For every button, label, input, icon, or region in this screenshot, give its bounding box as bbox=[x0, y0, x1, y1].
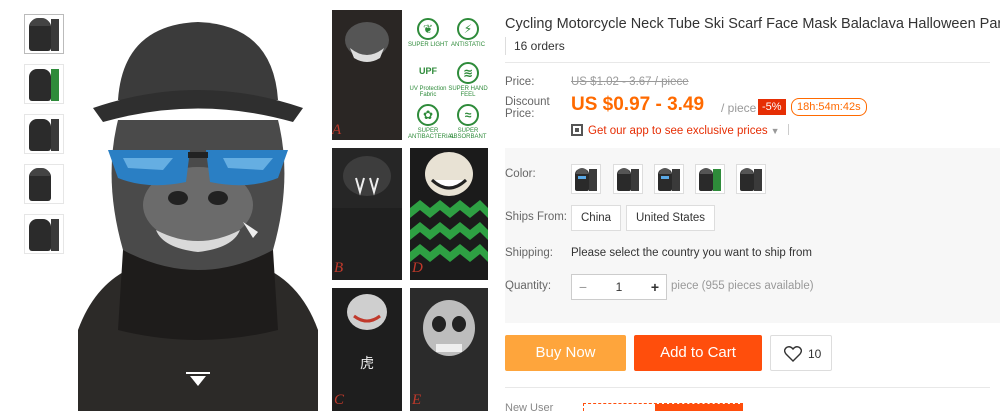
wheat-icon: ✿ bbox=[417, 104, 439, 126]
waves-icon: ≈ bbox=[457, 104, 479, 126]
cap-icon bbox=[700, 168, 712, 174]
strip-icon bbox=[51, 19, 59, 51]
heart-icon bbox=[784, 346, 802, 362]
strip-icon bbox=[672, 169, 680, 191]
order-count: 16 orders bbox=[514, 39, 565, 53]
upf-icon: UPF bbox=[419, 66, 437, 76]
strip-icon bbox=[51, 119, 59, 151]
color-swatch-5[interactable] bbox=[736, 164, 766, 194]
thumbnail-3[interactable] bbox=[24, 114, 64, 154]
options-section: Color: Ships From: China United States S… bbox=[505, 148, 1000, 323]
new-user-label: New User bbox=[505, 402, 554, 411]
leaf-icon: ❦ bbox=[417, 18, 439, 40]
discount-price: US $0.97 - 3.49 bbox=[571, 94, 705, 115]
promo-separator bbox=[787, 124, 789, 135]
product-title: Cycling Motorcycle Neck Tube Ski Scarf F… bbox=[505, 16, 1000, 32]
cap-icon bbox=[30, 18, 50, 26]
quantity-label: Quantity: bbox=[505, 280, 552, 292]
feature-antibacterial: ✿ SUPER ANTIBACTERIAL bbox=[408, 104, 455, 140]
glasses-icon bbox=[578, 176, 586, 179]
color-swatch-1[interactable] bbox=[571, 164, 601, 194]
variant-grid: A ❦ SUPER LIGHT ⚡ ANTISTATIC UPF UV Prot… bbox=[318, 0, 490, 411]
cap-icon bbox=[576, 168, 588, 174]
price-label: Price: bbox=[505, 76, 535, 88]
strip-icon bbox=[754, 169, 762, 191]
feature-super-light: ❦ SUPER LIGHT bbox=[408, 18, 448, 48]
color-swatch-2[interactable] bbox=[613, 164, 643, 194]
cap-icon bbox=[741, 168, 753, 174]
countdown-timer: 18h:54m:42s bbox=[791, 98, 867, 116]
caret-down-icon: ▼ bbox=[770, 126, 780, 136]
color-label: Color: bbox=[505, 168, 536, 180]
skull-mask-icon bbox=[410, 288, 488, 411]
color-swatch-4[interactable] bbox=[695, 164, 725, 194]
cap-icon bbox=[659, 168, 671, 174]
quantity-increase-button[interactable]: + bbox=[644, 275, 666, 299]
strip-icon bbox=[51, 219, 59, 251]
feature-upf: UPF UV Protection Fabric bbox=[408, 62, 448, 98]
quantity-availability: piece (955 pieces available) bbox=[671, 280, 814, 292]
cap-icon bbox=[30, 168, 50, 176]
strip-icon bbox=[713, 169, 721, 191]
gorilla-mask-icon bbox=[332, 10, 402, 140]
mask-icon bbox=[29, 119, 51, 151]
strip-icon bbox=[51, 69, 59, 101]
wind-icon: ≋ bbox=[457, 62, 479, 84]
model-photo bbox=[78, 0, 318, 411]
thumbnail-list bbox=[24, 14, 64, 264]
feature-hand-feel: ≋ SUPER HAND FEEL bbox=[448, 62, 488, 98]
variant-letter: E bbox=[412, 392, 422, 408]
variant-letter: C bbox=[334, 392, 345, 408]
thumbnail-2[interactable] bbox=[24, 64, 64, 104]
feature-absorbant: ≈ SUPER ABSORBANT bbox=[448, 104, 488, 140]
quantity-stepper: − 1 + bbox=[571, 274, 667, 300]
ships-from-united-states[interactable]: United States bbox=[626, 205, 716, 231]
price-section: Price: US $1.02 - 3.67 / piece Discount … bbox=[505, 63, 1000, 148]
variant-panel-c: 虎 C bbox=[332, 288, 402, 411]
bolt-icon: ⚡ bbox=[457, 18, 479, 40]
variant-panel-b: B bbox=[332, 148, 402, 280]
thumbnail-5[interactable] bbox=[24, 214, 64, 254]
mask-icon bbox=[29, 219, 51, 251]
quantity-input[interactable]: 1 bbox=[594, 275, 644, 299]
variant-panel-d: D bbox=[410, 148, 488, 280]
thumbnail-4[interactable] bbox=[24, 164, 64, 204]
new-user-coupon[interactable] bbox=[583, 403, 743, 411]
price-unit: / piece bbox=[721, 101, 757, 115]
app-promo-text: Get our app to see exclusive prices bbox=[588, 125, 768, 137]
strip-icon bbox=[589, 169, 597, 191]
buy-now-button[interactable]: Buy Now bbox=[505, 335, 626, 371]
wishlist-button[interactable]: 10 bbox=[770, 335, 832, 371]
variant-letter: A bbox=[332, 122, 342, 138]
ships-from-label: Ships From: bbox=[505, 211, 567, 223]
original-price: US $1.02 - 3.67 / piece bbox=[571, 76, 689, 88]
qr-code-icon bbox=[571, 124, 583, 136]
variant-letter: B bbox=[334, 260, 344, 276]
shipping-text: Please select the country you want to sh… bbox=[571, 247, 812, 259]
variant-letter: D bbox=[412, 260, 423, 276]
color-swatch-3[interactable] bbox=[654, 164, 684, 194]
product-details: Cycling Motorcycle Neck Tube Ski Scarf F… bbox=[505, 0, 1000, 411]
variant-panel-e: E bbox=[410, 288, 488, 411]
orders-separator bbox=[505, 37, 506, 55]
strip-icon bbox=[631, 169, 639, 191]
main-product-image[interactable]: A ❦ SUPER LIGHT ⚡ ANTISTATIC UPF UV Prot… bbox=[78, 0, 490, 411]
mask-icon bbox=[29, 69, 51, 101]
svg-text:虎: 虎 bbox=[360, 356, 374, 372]
discount-price-label: Price: bbox=[505, 108, 535, 120]
coupon-fill bbox=[655, 404, 743, 411]
quantity-decrease-button[interactable]: − bbox=[572, 275, 594, 299]
thumbnail-1[interactable] bbox=[24, 14, 64, 54]
bottom-divider bbox=[505, 387, 990, 388]
app-promo-link[interactable]: Get our app to see exclusive prices ▼ bbox=[571, 124, 789, 137]
wishlist-count: 10 bbox=[808, 347, 822, 361]
shipping-label: Shipping: bbox=[505, 247, 553, 259]
variant-panel-a: A bbox=[332, 10, 402, 140]
ships-from-china[interactable]: China bbox=[571, 205, 622, 231]
feature-antistatic: ⚡ ANTISTATIC bbox=[448, 18, 488, 48]
cap-icon bbox=[618, 168, 630, 174]
glasses-icon bbox=[661, 176, 669, 179]
add-to-cart-button[interactable]: Add to Cart bbox=[634, 335, 762, 371]
discount-badge: -5% bbox=[758, 99, 786, 115]
